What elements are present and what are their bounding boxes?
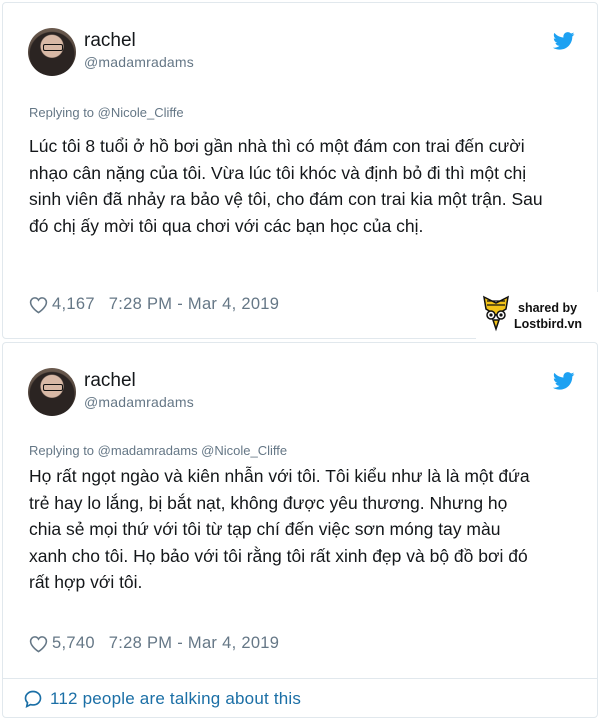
author-handle[interactable]: @madamradams bbox=[84, 54, 194, 70]
conversation-link[interactable]: 112 people are talking about this bbox=[2, 678, 598, 718]
like-count[interactable]: 5,740 bbox=[52, 634, 95, 653]
talking-count-text[interactable]: 112 people are talking about this bbox=[50, 689, 301, 709]
heart-outline-icon[interactable] bbox=[29, 296, 48, 314]
tweet-text-line: chia sẻ mọi thứ với tôi từ tạp chí đến v… bbox=[29, 519, 501, 540]
watermark-line-2: Lostbird.vn bbox=[514, 317, 583, 331]
author-name[interactable]: rachel bbox=[84, 30, 136, 52]
tweet-meta: 5,740 7:28 PM - Mar 4, 2019 bbox=[29, 634, 279, 653]
replying-to: Replying to @madamradams @Nicole_Cliffe bbox=[29, 443, 287, 458]
replying-to: Replying to @Nicole_Cliffe bbox=[29, 105, 184, 120]
replying-prefix: Replying to bbox=[29, 443, 95, 458]
tweet-text-line: rất hợp với tôi. bbox=[29, 572, 143, 593]
tweet-text-line: đó chị ấy mời tôi qua chơi với các bạn h… bbox=[29, 215, 424, 236]
author-name[interactable]: rachel bbox=[84, 370, 136, 392]
tweet-text: Lúc tôi 8 tuổi ở hồ bơi gần nhà thì có m… bbox=[29, 133, 574, 239]
tweet-meta: 4,167 7:28 PM - Mar 4, 2019 bbox=[29, 295, 279, 314]
timestamp[interactable]: 7:28 PM - Mar 4, 2019 bbox=[109, 295, 279, 314]
tweet-text-line: Lúc tôi 8 tuổi ở hồ bơi gần nhà thì có m… bbox=[29, 136, 525, 156]
twitter-bird-icon[interactable] bbox=[553, 32, 575, 50]
speech-bubble-icon[interactable] bbox=[23, 689, 43, 709]
tweet-text-line: xanh cho tôi. Họ bảo với tôi rằng tôi rấ… bbox=[29, 545, 528, 566]
tweet-text: Họ rất ngọt ngào và kiên nhẫn với tôi. T… bbox=[29, 463, 574, 596]
replying-prefix: Replying to bbox=[29, 105, 95, 120]
tweet-card[interactable]: rachel @madamradams Replying to @madamra… bbox=[2, 342, 598, 678]
avatar[interactable] bbox=[28, 368, 76, 416]
timestamp[interactable]: 7:28 PM - Mar 4, 2019 bbox=[109, 634, 279, 653]
watermark-line-1: shared by bbox=[518, 301, 578, 315]
replying-mention[interactable]: @Nicole_Cliffe bbox=[98, 105, 184, 120]
like-count[interactable]: 4,167 bbox=[52, 295, 95, 314]
heart-outline-icon[interactable] bbox=[29, 635, 48, 653]
avatar[interactable] bbox=[28, 28, 76, 76]
shared-by-watermark: shared by Lostbird.vn bbox=[476, 292, 598, 342]
tweet-text-line: nhạo cân nặng của tôi. Vừa lúc tôi khóc … bbox=[29, 162, 527, 183]
tweet-text-line: sinh viên đã nhảy ra bảo vệ tôi, cho đám… bbox=[29, 189, 543, 210]
tweet-text-line: trẻ hay lo lắng, bị bắt nạt, không được … bbox=[29, 492, 508, 513]
tweet-card[interactable]: rachel @madamradams Replying to @Nicole_… bbox=[2, 2, 598, 339]
twitter-bird-icon[interactable] bbox=[553, 372, 575, 390]
replying-mention[interactable]: @madamradams @Nicole_Cliffe bbox=[98, 443, 287, 458]
tweet-text-line: Họ rất ngọt ngào và kiên nhẫn với tôi. T… bbox=[29, 466, 530, 486]
author-handle[interactable]: @madamradams bbox=[84, 394, 194, 410]
lostbird-logo-icon bbox=[483, 295, 509, 332]
